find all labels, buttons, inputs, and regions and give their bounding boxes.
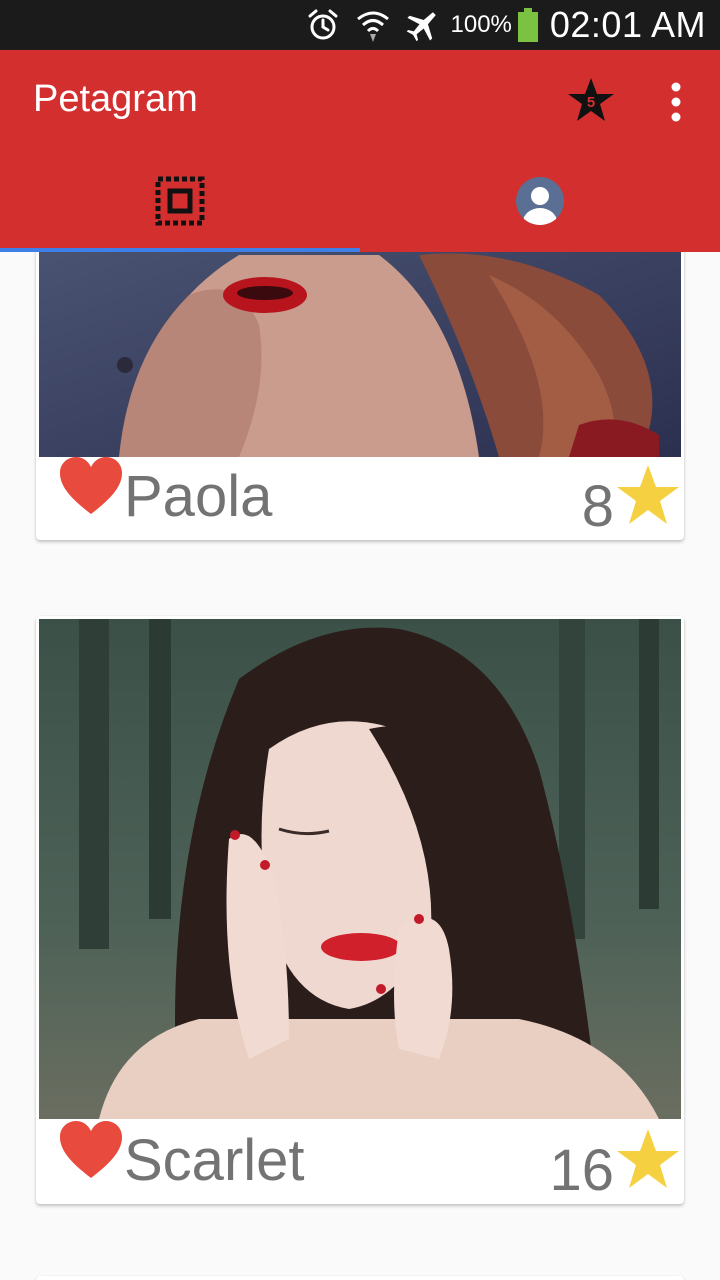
favorites-button[interactable]: 5: [566, 76, 616, 126]
rating-star-icon: [617, 465, 679, 524]
pet-rating: 8: [581, 474, 614, 539]
heart-like-icon[interactable]: [58, 1120, 124, 1180]
profile-avatar-icon: [516, 177, 564, 225]
heart-like-icon[interactable]: [58, 456, 124, 516]
airplane-mode-icon: [405, 7, 441, 43]
pet-card: Paola 8: [36, 252, 684, 540]
more-vert-icon: [671, 82, 681, 122]
pet-card-footer: Paola 8: [36, 454, 684, 540]
wifi-icon: [355, 7, 391, 43]
clock: 02:01 AM: [549, 4, 706, 45]
pet-card: [36, 1276, 684, 1280]
pet-name: Scarlet: [124, 1128, 305, 1193]
rating-star-icon: [617, 1129, 679, 1188]
app-bar: Petagram 5: [0, 50, 720, 252]
pet-photo: [39, 619, 681, 1119]
pet-list: Paola 8 Scarlet 16: [0, 252, 720, 1280]
battery-icon: [516, 7, 540, 43]
battery-percent: 100%: [450, 11, 512, 38]
star-favorites-icon: 5: [568, 78, 614, 121]
tab-grid[interactable]: [0, 150, 360, 252]
pet-card-footer: Scarlet 16: [36, 1118, 684, 1204]
pet-photo: [39, 252, 681, 457]
tab-profile[interactable]: [360, 150, 720, 252]
pet-card: Scarlet 16: [36, 616, 684, 1204]
pet-name: Paola: [124, 464, 273, 529]
favorites-badge-count: 5: [587, 94, 595, 111]
grid-view-icon: [155, 176, 205, 226]
pet-rating: 16: [549, 1138, 614, 1203]
app-title: Petagram: [33, 78, 198, 120]
overflow-menu-button[interactable]: [660, 80, 692, 124]
status-bar: 100% 02:01 AM: [0, 0, 720, 50]
alarm-icon: [305, 7, 341, 43]
